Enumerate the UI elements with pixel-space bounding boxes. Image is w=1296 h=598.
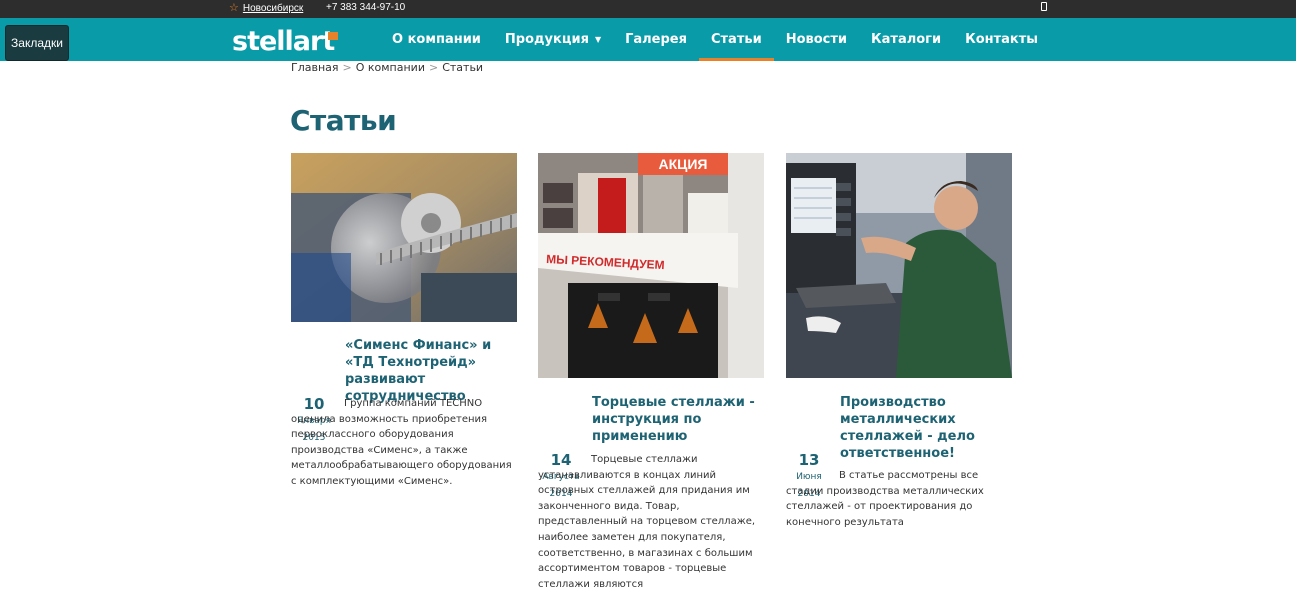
article-excerpt: Торцевые стеллажи устанавливаются в конц… [538,452,764,592]
nav-label: Продукция [504,32,589,47]
article-excerpt-text: В статье рассмотрены все стадии производ… [786,470,984,528]
nav-item-news[interactable]: Новости [774,18,859,61]
logo-text: stellart [232,26,335,57]
page-title: Статьи [290,104,397,137]
article-excerpt-text: Торцевые стеллажи устанавливаются в конц… [538,454,756,590]
breadcrumb: Главная > О компании > Статьи [291,61,483,74]
nav-label: Статьи [710,32,762,47]
nav-item-contacts[interactable]: Контакты [953,18,1050,61]
breadcrumb-about[interactable]: О компании [356,61,425,74]
article-title[interactable]: Производство металлических стеллажей - д… [840,394,1012,462]
nav-item-gallery[interactable]: Галерея [613,18,699,61]
nav-item-catalogs[interactable]: Каталоги [859,18,953,61]
mobile-version-icon[interactable] [1041,2,1047,11]
breadcrumb-current: Статьи [442,61,484,74]
nav-label: Галерея [625,32,687,47]
breadcrumb-home[interactable]: Главная [291,61,339,74]
nav-item-about[interactable]: О компании [380,18,493,61]
breadcrumb-separator: > [428,61,439,74]
article-title[interactable]: Торцевые стеллажи - инструкция по примен… [592,394,764,445]
date-day: 13 [798,451,820,469]
main-menu: О компании Продукция ▼ Галерея Статьи Нов… [380,18,1050,61]
site-logo[interactable]: stellart [232,26,342,58]
nav-label: О компании [392,32,481,47]
promo-sign-text: АКЦИЯ [658,156,707,172]
nav-label: Каталоги [871,32,942,47]
article-image[interactable] [786,153,1012,378]
article-image[interactable]: АКЦИЯ МЫ РЕКОМЕНДУЕМ [538,153,764,378]
city-label[interactable]: Новосибирск [243,3,303,14]
city-selector[interactable]: ☆ Новосибирск [229,2,303,14]
article-excerpt: В статье рассмотрены все стадии производ… [786,468,1012,530]
nav-item-products[interactable]: Продукция ▼ [493,18,613,61]
bookmarks-button[interactable]: Закладки [5,25,69,61]
breadcrumb-separator: > [342,61,352,74]
nav-label: Новости [785,32,848,47]
phone-number[interactable]: +7 383 344-97-10 [326,2,405,13]
star-icon: ☆ [229,2,239,14]
factory-worker-image [786,153,1012,378]
article-excerpt: Группа компаний TECHNO оценила возможнос… [291,396,517,490]
logo-accent [328,32,338,40]
gear-machinery-image [291,153,517,322]
article-excerpt-text: Группа компаний TECHNO оценила возможнос… [291,398,512,487]
article-title[interactable]: «Сименс Финанс» и «ТД Технотрейд» развив… [345,337,517,405]
nav-item-articles[interactable]: Статьи [698,18,774,61]
store-display-image: АКЦИЯ МЫ РЕКОМЕНДУЕМ [538,153,764,378]
article-image[interactable] [291,153,517,322]
caret-down-icon: ▼ [594,35,602,44]
nav-label: Контакты [965,32,1039,47]
top-info-bar: ☆ Новосибирск +7 383 344-97-10 [0,0,1296,18]
